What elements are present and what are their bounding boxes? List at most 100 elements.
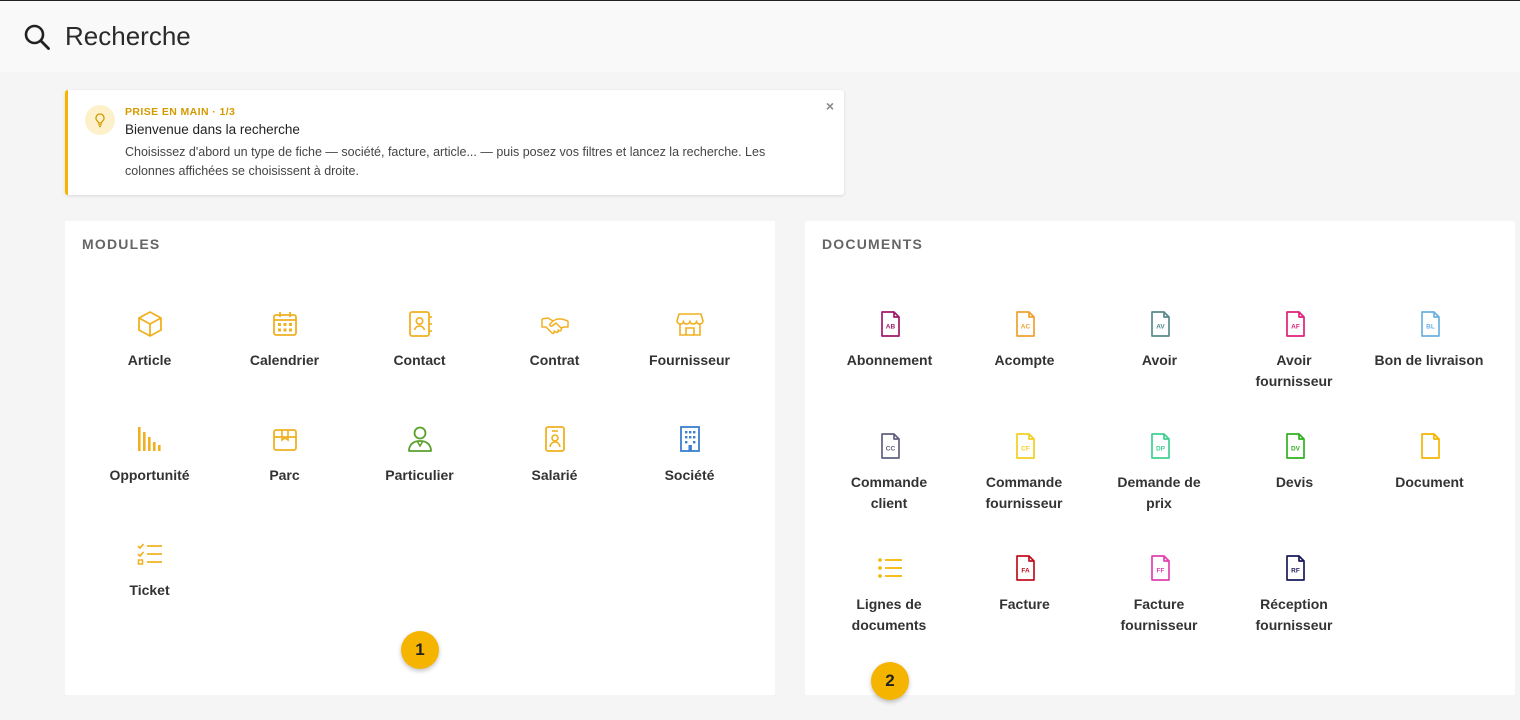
modules-panel: MODULES Article Calendrier Contact Contr… [65,221,775,695]
module-label: Opportunité [109,467,190,483]
module-label: Article [127,352,172,368]
list-icon [878,558,902,578]
file-cc-icon: CC [881,433,900,459]
contact-book-icon [409,311,432,337]
document-label: Commande fournisseur [985,474,1063,511]
module-ticket[interactable]: Ticket [82,539,217,639]
step-marker-1: 1 [401,631,439,669]
person-icon [408,426,432,452]
module-contrat[interactable]: Contrat [487,309,622,409]
module-label: Fournisseur [649,352,730,368]
document-reception-fournisseur[interactable]: RF Réception fournisseur [1227,553,1362,653]
file-code: BL [1426,324,1435,331]
file-dp-icon: DP [1151,433,1170,459]
document-label: Commande client [850,474,928,511]
module-fournisseur[interactable]: Fournisseur [622,309,757,409]
document-label: Lignes de documents [851,596,927,633]
file-code: DV [1291,446,1301,453]
search-icon[interactable] [22,22,52,52]
close-icon[interactable]: × [826,98,834,114]
module-article[interactable]: Article [82,309,217,409]
document-document[interactable]: Document [1362,431,1497,531]
package-icon [273,429,297,451]
document-label: Document [1395,474,1464,490]
calendar-icon [273,312,297,336]
bar-chart-icon [138,427,161,451]
file-code: DP [1156,446,1166,453]
document-bon-de-livraison[interactable]: BL Bon de livraison [1362,309,1497,409]
file-code: CC [886,446,896,453]
document-commande-client[interactable]: CC Commande client [822,431,957,531]
file-code: RF [1291,568,1300,575]
documents-title: DOCUMENTS [822,236,924,252]
file-ab-icon: AB [881,311,900,337]
document-devis[interactable]: DV Devis [1227,431,1362,531]
document-label: Demande de prix [1117,474,1201,511]
document-label: Avoir fournisseur [1255,352,1333,389]
tip-heading: Bienvenue dans la recherche [125,122,300,137]
module-calendrier[interactable]: Calendrier [217,309,352,409]
documents-panel: DOCUMENTS AB Abonnement AC Acompte AV Av… [805,221,1515,695]
box-icon [138,311,162,337]
onboarding-tip: PRISE EN MAIN · 1/3 Bienvenue dans la re… [65,90,844,195]
module-label: Société [664,467,715,483]
module-label: Salarié [531,467,578,483]
badge-icon [545,426,565,452]
file-fa-icon: FA [1016,555,1035,581]
file-code: AC [1021,324,1031,331]
module-societe[interactable]: Société [622,424,757,524]
step-marker-2: 2 [871,662,909,700]
file-ff-icon: FF [1151,555,1170,581]
file-code: FA [1021,568,1030,575]
module-contact[interactable]: Contact [352,309,487,409]
document-demande-de-prix[interactable]: DP Demande de prix [1092,431,1227,531]
file-code: AV [1156,324,1165,331]
document-facture-fournisseur[interactable]: FF Facture fournisseur [1092,553,1227,653]
file-code: CF [1021,446,1030,453]
document-facture[interactable]: FA Facture [957,553,1092,653]
page-title: Recherche [65,21,191,51]
module-label: Particulier [385,467,454,483]
file-bl-icon: BL [1421,311,1440,337]
store-icon [676,313,704,336]
document-label: Réception fournisseur [1255,596,1333,633]
document-avoir-fournisseur[interactable]: AF Avoir fournisseur [1227,309,1362,409]
document-label: Bon de livraison [1374,352,1484,368]
document-label: Facture fournisseur [1120,596,1198,633]
document-commande-fournisseur[interactable]: CF Commande fournisseur [957,431,1092,531]
file-code: FF [1157,568,1165,575]
file-cf-icon: CF [1016,433,1035,459]
page-header: Recherche [0,1,1520,72]
module-label: Contact [393,352,446,368]
lightbulb-icon [85,105,115,135]
file-icon [1421,433,1440,459]
building-icon [680,426,700,452]
file-av-icon: AV [1151,311,1170,337]
tip-step-kicker: PRISE EN MAIN · 1/3 [125,106,236,118]
file-ac-icon: AC [1016,311,1035,337]
module-label: Contrat [529,352,580,368]
document-lignes-de-documents[interactable]: Lignes de documents [822,553,957,653]
module-salarie[interactable]: Salarié [487,424,622,524]
document-abonnement[interactable]: AB Abonnement [822,309,957,409]
modules-title: MODULES [82,236,161,252]
file-code: AF [1291,324,1300,331]
module-parc[interactable]: Parc [217,424,352,524]
module-particulier[interactable]: Particulier [352,424,487,524]
document-label: Avoir [1141,352,1178,368]
module-opportunite[interactable]: Opportunité [82,424,217,524]
document-avoir[interactable]: AV Avoir [1092,309,1227,409]
module-label: Parc [269,467,300,483]
document-label: Devis [1275,474,1314,490]
document-label: Acompte [994,352,1055,368]
document-label: Abonnement [846,352,933,368]
checklist-icon [137,543,162,565]
document-label: Facture [999,596,1050,612]
file-rf-icon: RF [1286,555,1305,581]
module-label: Calendrier [249,352,320,368]
handshake-icon [541,317,569,335]
module-label: Ticket [129,582,170,598]
file-af-icon: AF [1286,311,1305,337]
document-acompte[interactable]: AC Acompte [957,309,1092,409]
file-dv-icon: DV [1286,433,1305,459]
